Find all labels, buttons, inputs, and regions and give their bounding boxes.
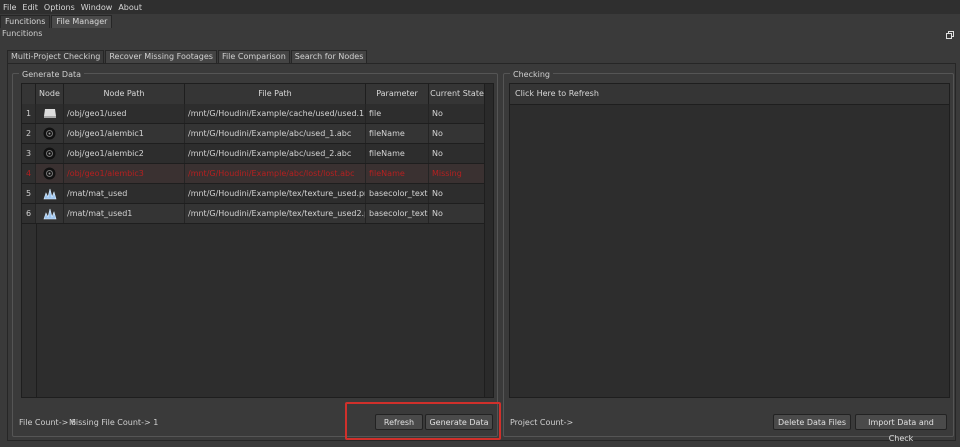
table-row[interactable]: 6/mat/mat_used1/mnt/G/Houdini/Example/te…: [22, 204, 493, 224]
node-icon-cell: [36, 164, 64, 183]
column-header-parameter-name[interactable]: Parameter Name: [366, 84, 429, 118]
panel-title: Funcitions: [2, 29, 43, 38]
current-state-cell: No: [429, 104, 485, 123]
parameter-name-cell: basecolor_texture: [366, 184, 429, 203]
column-header-file-path[interactable]: File Path: [185, 84, 366, 104]
current-state-cell: No: [429, 124, 485, 143]
material-node-icon: [43, 187, 57, 200]
parameter-name-cell: basecolor_texture: [366, 204, 429, 223]
node-path-cell: /mat/mat_used: [64, 184, 185, 203]
parameter-name-cell: fileName: [366, 144, 429, 163]
corner-cell: [22, 84, 36, 104]
generate-data-button[interactable]: Generate Data: [425, 414, 493, 430]
import-data-and-check-button[interactable]: Import Data and Check: [855, 414, 947, 443]
table-row[interactable]: 5/mat/mat_used/mnt/G/Houdini/Example/tex…: [22, 184, 493, 204]
node-icon-cell: [36, 124, 64, 143]
alembic-node-icon: [43, 167, 56, 180]
table-row[interactable]: 3/obj/geo1/alembic2/mnt/G/Houdini/Exampl…: [22, 144, 493, 164]
row-index: 5: [22, 184, 36, 203]
generate-data-table: Node Node Path File Path Parameter Name …: [21, 83, 494, 398]
menu-edit[interactable]: Edit: [19, 3, 41, 12]
node-path-cell: /obj/geo1/used: [64, 104, 185, 123]
geo-node-icon: [43, 108, 57, 119]
delete-data-files-button[interactable]: Delete Data Files: [773, 414, 851, 430]
menu-options[interactable]: Options: [41, 3, 78, 12]
node-path-cell: /obj/geo1/alembic3: [64, 164, 185, 183]
row-index: 6: [22, 204, 36, 223]
alembic-node-icon: [43, 127, 56, 140]
row-index: 3: [22, 144, 36, 163]
tab-file-manager[interactable]: File Manager: [51, 15, 113, 28]
file-path-cell: /mnt/G/Houdini/Example/abc/lost/lost.abc: [185, 164, 366, 183]
menu-file[interactable]: File: [0, 3, 19, 12]
parameter-name-cell: fileName: [366, 164, 429, 183]
current-state-cell: No: [429, 184, 485, 203]
parameter-name-cell: fileName: [366, 124, 429, 143]
generate-data-title: Generate Data: [19, 70, 85, 79]
tab-file-comparison[interactable]: File Comparison: [217, 50, 290, 63]
node-path-cell: /obj/geo1/alembic2: [64, 144, 185, 163]
table-body: 1/obj/geo1/used/mnt/G/Houdini/Example/ca…: [22, 104, 493, 224]
tab-funcitions[interactable]: Funcitions: [0, 15, 51, 28]
node-path-cell: /mat/mat_used1: [64, 204, 185, 223]
missing-file-count-label: Missing File Count-> 1: [69, 418, 159, 427]
table-row[interactable]: 4/obj/geo1/alembic3/mnt/G/Houdini/Exampl…: [22, 164, 493, 184]
tab-recover-missing-footages[interactable]: Recover Missing Footages: [105, 50, 217, 63]
row-index: 4: [22, 164, 36, 183]
current-state-cell: No: [429, 144, 485, 163]
alembic-node-icon: [43, 147, 56, 160]
refresh-button[interactable]: Refresh: [375, 414, 423, 430]
table-header: Node Node Path File Path Parameter Name …: [22, 84, 493, 118]
parameter-name-cell: file: [366, 104, 429, 123]
column-header-node[interactable]: Node: [36, 84, 64, 104]
column-header-node-path[interactable]: Node Path: [64, 84, 185, 104]
project-count-label: Project Count->: [510, 418, 574, 427]
file-path-cell: /mnt/G/Houdini/Example/abc/used_2.abc: [185, 144, 366, 163]
material-node-icon: [43, 207, 57, 220]
column-header-current-state[interactable]: Current State: [429, 84, 485, 104]
node-icon-cell: [36, 184, 64, 203]
table-row[interactable]: 2/obj/geo1/alembic1/mnt/G/Houdini/Exampl…: [22, 124, 493, 144]
current-state-cell: Missing: [429, 164, 485, 183]
file-count-label: File Count-> 6: [19, 418, 76, 427]
top-tab-bar: Funcitions File Manager: [0, 15, 113, 28]
row-index: 1: [22, 104, 36, 123]
restore-window-icon[interactable]: [946, 31, 954, 39]
checking-table: Click Here to Refresh: [509, 83, 950, 398]
tab-search-for-nodes[interactable]: Search for Nodes: [290, 50, 368, 63]
node-icon-cell: [36, 204, 64, 223]
tab-multi-project-checking[interactable]: Multi-Project Checking: [7, 50, 105, 63]
table-row[interactable]: 1/obj/geo1/used/mnt/G/Houdini/Example/ca…: [22, 104, 493, 124]
menu-about[interactable]: About: [115, 3, 145, 12]
node-icon-cell: [36, 104, 64, 123]
table-scrollbar[interactable]: [484, 84, 493, 397]
file-path-cell: /mnt/G/Houdini/Example/tex/texture_used.…: [185, 184, 366, 203]
node-path-cell: /obj/geo1/alembic1: [64, 124, 185, 143]
file-path-cell: /mnt/G/Houdini/Example/tex/texture_used2…: [185, 204, 366, 223]
checking-title: Checking: [510, 70, 553, 79]
menu-window[interactable]: Window: [78, 3, 116, 12]
file-path-cell: /mnt/G/Houdini/Example/cache/used/used.1…: [185, 104, 366, 123]
file-path-cell: /mnt/G/Houdini/Example/abc/used_1.abc: [185, 124, 366, 143]
sub-tab-bar: Multi-Project Checking Recover Missing F…: [7, 50, 368, 63]
current-state-cell: No: [429, 204, 485, 223]
node-icon-cell: [36, 144, 64, 163]
menu-bar: File Edit Options Window About: [0, 0, 960, 14]
row-index: 2: [22, 124, 36, 143]
click-to-refresh-header[interactable]: Click Here to Refresh: [510, 84, 949, 105]
